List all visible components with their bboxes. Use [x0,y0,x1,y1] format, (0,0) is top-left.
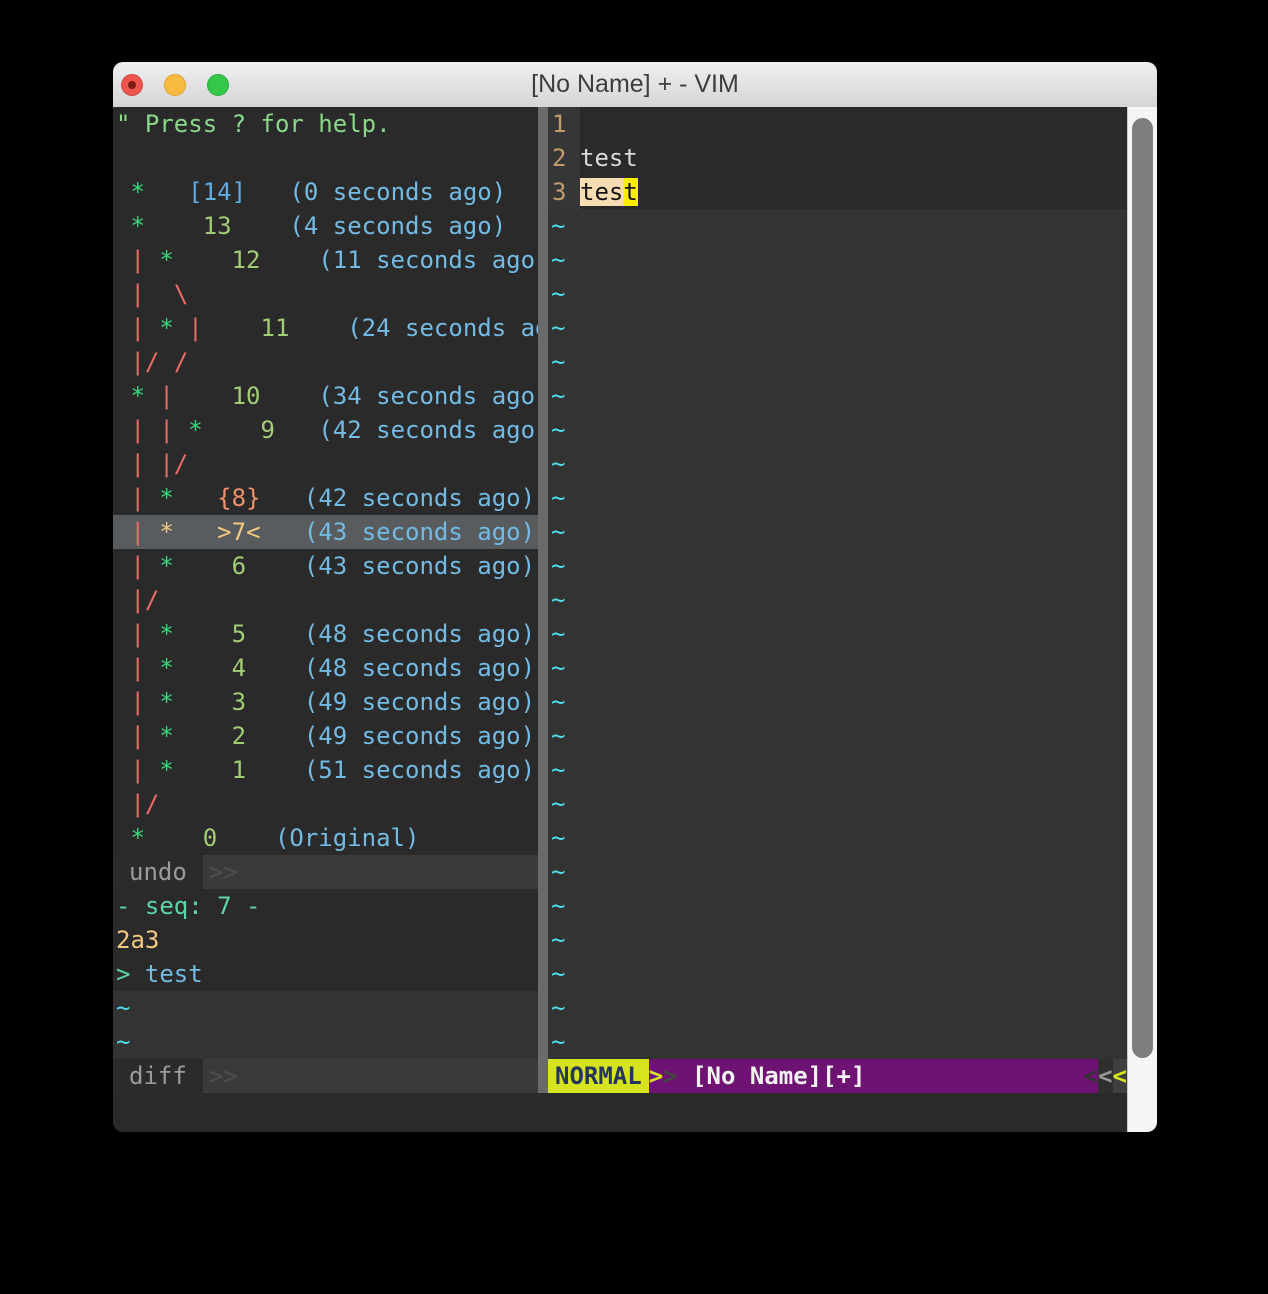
filler-line: ~ [548,821,1127,855]
filler-line: ~ [113,1025,538,1059]
filler-line: ~ [548,753,1127,787]
filler-line: ~ [548,889,1127,923]
buffer-line[interactable]: 2test [548,141,1127,175]
active-statusline: NORMAL > > [No Name][+] < < < [548,1059,1127,1093]
line-number: 2 [548,141,580,175]
filename-label: [No Name][+] [678,1059,1084,1093]
vim-content: " Press ? for help. * [14] (0 seconds ag… [113,107,1127,1132]
statusline-separator-icon: >> [203,1059,238,1093]
line-number: 1 [548,107,580,141]
undotree-row[interactable]: * 13 (4 seconds ago) [113,209,538,243]
filler-line: ~ [548,583,1127,617]
diff-panel: - seq: 7 -2a3> test~~ [113,889,538,1059]
diff-statusline-label: diff [113,1059,203,1093]
buffer-text[interactable] [580,107,1127,141]
title-bar[interactable]: [No Name] + - VIM [113,62,1157,108]
diff-line[interactable]: > test [113,957,538,991]
undotree-row[interactable]: | * 6 (43 seconds ago) [113,549,538,583]
undotree-row[interactable]: | * {8} (42 seconds ago) [113,481,538,515]
filler-line: ~ [548,243,1127,277]
powerline-separator-icon: < [1113,1059,1127,1093]
vim-window: [No Name] + - VIM " Press ? for help. * … [113,62,1157,1132]
buffer-text[interactable]: test [580,175,1127,209]
undotree-row[interactable]: * | 10 (34 seconds ago) [113,379,538,413]
buffer-lines: 12test3test [548,107,1127,209]
undotree-row[interactable]: | | * 9 (42 seconds ago) [113,413,538,447]
undotree-row[interactable] [113,141,538,175]
command-line[interactable] [113,1093,1127,1132]
undotree-row[interactable]: * [14] (0 seconds ago) [113,175,538,209]
pane-separator[interactable] [538,107,548,1093]
undotree-row[interactable]: | * 2 (49 seconds ago) [113,719,538,753]
undotree-row[interactable]: | * 12 (11 seconds ago) [113,243,538,277]
filler-line: ~ [548,923,1127,957]
filler-line: ~ [548,957,1127,991]
filler-line: ~ [548,481,1127,515]
diff-line[interactable]: - seq: 7 - [113,889,538,923]
buffer-text[interactable]: test [580,141,1127,175]
powerline-separator-icon: < [1084,1059,1098,1093]
undotree-row[interactable]: | |/ [113,447,538,481]
undotree-row[interactable]: |/ / [113,345,538,379]
filler-line: ~ [113,991,538,1025]
undotree-row[interactable]: * 0 (Original) [113,821,538,855]
window-title: [No Name] + - VIM [531,70,739,99]
undotree-row[interactable]: " Press ? for help. [113,107,538,141]
filler-line: ~ [548,311,1127,345]
filler-line: ~ [548,617,1127,651]
mode-indicator: NORMAL [548,1059,649,1093]
filler-line: ~ [548,413,1127,447]
filler-line: ~ [548,787,1127,821]
line-number: 3 [548,175,580,209]
undotree-row[interactable]: | * >7< (43 seconds ago) [113,515,538,549]
powerline-separator-icon: > [649,1059,663,1093]
undotree-row[interactable]: | \ [113,277,538,311]
buffer-fillers: ~~~~~~~~~~~~~~~~~~~~~~~~~ [548,209,1127,1059]
undo-statusline: undo >> [113,855,538,889]
filler-line: ~ [548,379,1127,413]
filler-line: ~ [548,719,1127,753]
buffer-line[interactable]: 3test [548,175,1127,209]
undotree-pane: " Press ? for help. * [14] (0 seconds ag… [113,107,538,1093]
undotree-row[interactable]: |/ [113,583,538,617]
undotree-row[interactable]: | * 5 (48 seconds ago) [113,617,538,651]
filler-line: ~ [548,345,1127,379]
undotree-row[interactable]: |/ [113,787,538,821]
diff-line[interactable]: 2a3 [113,923,538,957]
filler-line: ~ [548,209,1127,243]
statusline-separator-icon: >> [203,855,238,889]
traffic-lights [121,74,229,96]
undotree-row[interactable]: | * | 11 (24 seconds ago) [113,311,538,345]
undotree-row[interactable]: | * 3 (49 seconds ago) [113,685,538,719]
undo-statusline-label: undo [113,855,203,889]
filler-line: ~ [548,447,1127,481]
scrollbar[interactable] [1127,107,1157,1132]
buffer-pane: 12test3test ~~~~~~~~~~~~~~~~~~~~~~~~~ NO… [548,107,1127,1093]
buffer-line[interactable]: 1 [548,107,1127,141]
filler-line: ~ [548,855,1127,889]
filler-line: ~ [548,549,1127,583]
filler-line: ~ [548,1025,1127,1059]
undotree-row[interactable]: | * 1 (51 seconds ago) [113,753,538,787]
zoom-button[interactable] [207,74,229,96]
scrollbar-thumb[interactable] [1132,118,1153,1058]
diff-statusline: diff >> [113,1059,538,1093]
filler-line: ~ [548,651,1127,685]
filler-line: ~ [548,277,1127,311]
filler-line: ~ [548,515,1127,549]
close-button[interactable] [121,74,143,96]
minimize-button[interactable] [164,74,186,96]
filler-line: ~ [548,685,1127,719]
powerline-separator-icon: < [1098,1059,1112,1093]
powerline-separator-icon: > [663,1059,677,1093]
filler-line: ~ [548,991,1127,1025]
undotree-row[interactable]: | * 4 (48 seconds ago) [113,651,538,685]
undotree-rows: " Press ? for help. * [14] (0 seconds ag… [113,107,538,855]
